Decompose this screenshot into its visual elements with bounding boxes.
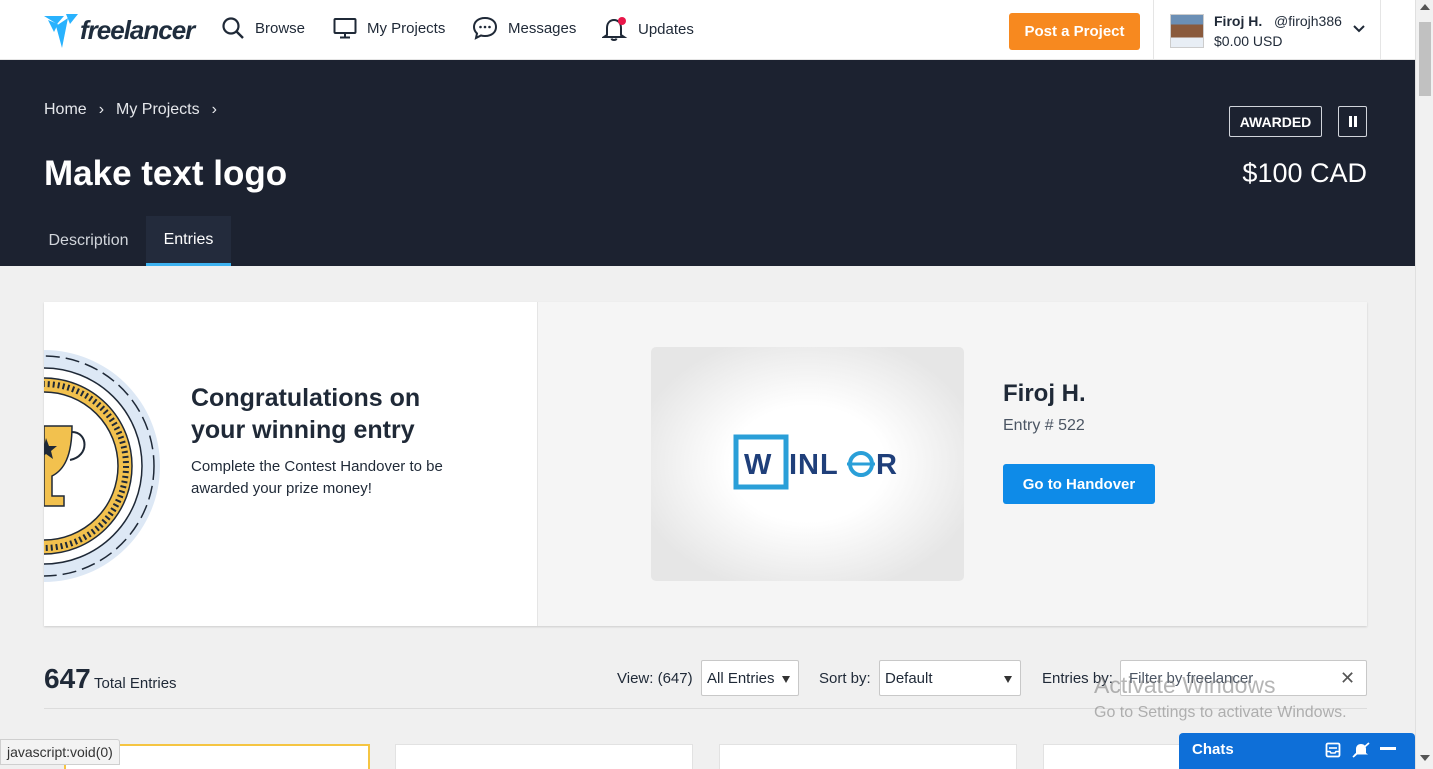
view-label: View: (647) — [617, 670, 693, 687]
view-select[interactable]: All Entries — [701, 660, 799, 696]
page-title: Make text logo — [44, 154, 288, 193]
nav-updates-label: Updates — [638, 20, 694, 38]
browser-status-url: javascript:void(0) — [0, 739, 120, 765]
top-nav: freelancer Browse My Projects Messages U… — [0, 0, 1415, 60]
chats-widget[interactable]: Chats — [1179, 733, 1415, 769]
nav-my-projects-label: My Projects — [367, 19, 446, 37]
chats-label: Chats — [1192, 741, 1234, 758]
congrats-heading: Congratulations on your winning entry — [191, 384, 421, 444]
winning-entry-card: Congratulations on your winning entry Co… — [44, 302, 1367, 626]
search-icon — [222, 17, 244, 39]
winner-details: W INL R Firoj H. Entry # 522 Go to Hando… — [537, 302, 1367, 626]
logo-text: freelancer — [80, 14, 195, 45]
chevron-down-icon — [1353, 25, 1365, 33]
freelancer-bird-icon — [44, 14, 78, 48]
breadcrumb-separator: › — [211, 101, 217, 118]
user-balance: $0.00 USD — [1214, 33, 1283, 49]
chat-bubble-icon — [472, 16, 498, 40]
entry-card[interactable] — [719, 744, 1017, 769]
entry-number: Entry # 522 — [1003, 417, 1085, 434]
pause-icon — [1353, 116, 1357, 127]
breadcrumb: Home › My Projects › — [44, 101, 217, 119]
award-badge — [44, 346, 164, 586]
trophy-medal-icon — [44, 350, 160, 582]
avatar — [1170, 14, 1204, 48]
sort-select[interactable]: Default — [879, 660, 1021, 696]
mute-notifications-icon[interactable] — [1352, 742, 1370, 758]
winner-name[interactable]: Firoj H. — [1003, 380, 1086, 408]
user-name: Firoj H. — [1214, 13, 1263, 29]
user-menu[interactable]: Firoj H. @firojh386 $0.00 USD — [1153, 0, 1381, 60]
dropdown-arrow-icon — [1004, 676, 1012, 683]
nav-browse[interactable]: Browse — [221, 16, 305, 40]
congrats-subtext: Complete the Contest Handover to be awar… — [191, 458, 443, 497]
entry-card[interactable] — [395, 744, 693, 769]
nav-browse-label: Browse — [255, 19, 306, 37]
minimize-icon[interactable] — [1380, 747, 1396, 751]
tab-description[interactable]: Description — [31, 216, 146, 266]
scroll-up-arrow-icon[interactable] — [1420, 4, 1430, 10]
tab-entries[interactable]: Entries — [146, 216, 231, 266]
pause-button[interactable] — [1338, 106, 1367, 137]
scroll-down-arrow-icon[interactable] — [1420, 755, 1430, 761]
scroll-thumb[interactable] — [1419, 22, 1431, 96]
freelancer-logo[interactable]: freelancer — [44, 12, 195, 48]
pause-icon — [1348, 116, 1352, 127]
breadcrumb-home[interactable]: Home — [44, 101, 87, 119]
clear-filter-icon[interactable]: ✕ — [1340, 668, 1355, 689]
nav-messages-label: Messages — [508, 19, 577, 37]
user-handle: @firojh386 — [1274, 13, 1342, 29]
sort-select-value: Default — [885, 669, 933, 687]
view-select-value: All Entries — [707, 669, 775, 687]
nav-my-projects[interactable]: My Projects — [333, 16, 445, 40]
total-entries-label: Total Entries — [94, 675, 177, 692]
total-entries-count: 647 — [44, 663, 91, 694]
sort-label: Sort by: — [819, 670, 871, 687]
prize-amount: $100 CAD — [1242, 158, 1367, 188]
breadcrumb-my-projects[interactable]: My Projects — [116, 101, 200, 119]
svg-text:INL: INL — [789, 449, 839, 481]
dropdown-arrow-icon — [782, 676, 790, 683]
go-to-handover-button[interactable]: Go to Handover — [1003, 464, 1155, 504]
entry-card[interactable] — [1043, 744, 1193, 769]
inbox-icon[interactable] — [1325, 742, 1341, 758]
nav-updates[interactable]: Updates — [602, 16, 694, 42]
status-badge: AWARDED — [1229, 106, 1322, 137]
activate-windows-hint: Go to Settings to activate Windows. — [1094, 704, 1347, 721]
activate-windows-watermark: Activate Windows — [1094, 672, 1276, 698]
nav-messages[interactable]: Messages — [472, 16, 576, 40]
monitor-icon — [333, 18, 357, 39]
page-scrollbar[interactable] — [1415, 0, 1433, 769]
post-project-button[interactable]: Post a Project — [1009, 13, 1140, 50]
bell-icon — [602, 17, 628, 41]
winning-entry-image[interactable]: W INL R — [651, 347, 964, 581]
breadcrumb-separator: › — [98, 101, 105, 118]
svg-text:R: R — [876, 449, 897, 481]
winlor-logo: W INL R — [733, 434, 897, 490]
svg-text:W: W — [744, 449, 772, 481]
project-header: Home › My Projects › Make text logo AWAR… — [0, 60, 1415, 266]
